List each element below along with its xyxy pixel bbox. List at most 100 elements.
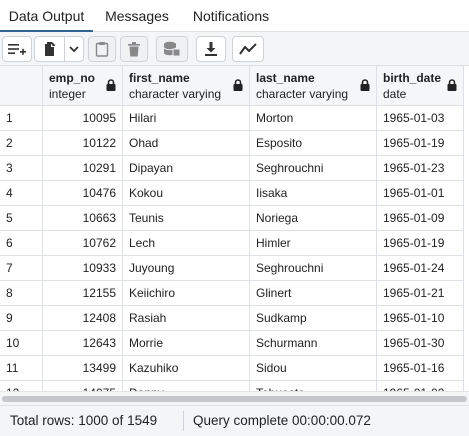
cell-first-name[interactable]: Juyoung bbox=[123, 256, 250, 281]
table-row[interactable]: 9 12408 Rasiah Sudkamp 1965-01-10 bbox=[0, 306, 469, 331]
row-number[interactable]: 1 bbox=[0, 106, 43, 131]
cell-last-name[interactable]: Sidou bbox=[250, 356, 377, 381]
cell-emp-no[interactable]: 10476 bbox=[43, 181, 123, 206]
cell-first-name[interactable]: Lech bbox=[123, 231, 250, 256]
delete-button[interactable] bbox=[120, 36, 148, 62]
table-row[interactable]: 2 10122 Ohad Esposito 1965-01-19 bbox=[0, 131, 469, 156]
cell-birth-date[interactable]: 1965-01-19 bbox=[377, 131, 464, 156]
cell-emp-no[interactable]: 10933 bbox=[43, 256, 123, 281]
scrollbar-thumb[interactable] bbox=[2, 396, 467, 402]
cell-last-name[interactable]: Sudkamp bbox=[250, 306, 377, 331]
cell-last-name[interactable]: Morton bbox=[250, 106, 377, 131]
cell-birth-date[interactable]: 1965-01-21 bbox=[377, 281, 464, 306]
cell-birth-date[interactable]: 1965-01-10 bbox=[377, 306, 464, 331]
row-number[interactable]: 12 bbox=[0, 381, 43, 391]
cell-first-name[interactable]: Hilari bbox=[123, 106, 250, 131]
cell-birth-date[interactable]: 1965-01-30 bbox=[377, 331, 464, 356]
cell-birth-date[interactable]: 1965-01-23 bbox=[377, 156, 464, 181]
paste-button[interactable] bbox=[88, 36, 116, 62]
row-number[interactable]: 5 bbox=[0, 206, 43, 231]
cell-first-name[interactable]: Dipayan bbox=[123, 156, 250, 181]
row-number[interactable]: 7 bbox=[0, 256, 43, 281]
table-row[interactable]: 5 10663 Teunis Noriega 1965-01-09 bbox=[0, 206, 469, 231]
cell-last-name[interactable]: Iisaka bbox=[250, 181, 377, 206]
cell-birth-date[interactable]: 1965-01-24 bbox=[377, 256, 464, 281]
add-row-button[interactable] bbox=[2, 36, 32, 62]
row-number[interactable]: 9 bbox=[0, 306, 43, 331]
cell-emp-no[interactable]: 10291 bbox=[43, 156, 123, 181]
row-number[interactable]: 8 bbox=[0, 281, 43, 306]
result-tabs: Data Output Messages Notifications bbox=[0, 0, 469, 32]
cell-birth-date[interactable]: 1965-01-09 bbox=[377, 206, 464, 231]
table-row[interactable]: 1 10095 Hilari Morton 1965-01-03 bbox=[0, 106, 469, 131]
table-row[interactable]: 11 13499 Kazuhiko Sidou 1965-01-16 bbox=[0, 356, 469, 381]
cell-first-name[interactable]: Danny bbox=[123, 381, 250, 391]
table-row[interactable]: 8 12155 Keiichiro Glinert 1965-01-21 bbox=[0, 281, 469, 306]
cell-last-name[interactable]: Seghrouchni bbox=[250, 156, 377, 181]
copy-options-dropdown[interactable] bbox=[65, 37, 83, 61]
cell-last-name[interactable]: Glinert bbox=[250, 281, 377, 306]
cell-emp-no[interactable]: 10122 bbox=[43, 131, 123, 156]
horizontal-scrollbar[interactable] bbox=[0, 391, 469, 405]
cell-first-name[interactable]: Rasiah bbox=[123, 306, 250, 331]
total-rows-status: Total rows: 1000 of 1549 bbox=[10, 413, 158, 428]
cell-emp-no[interactable]: 10762 bbox=[43, 231, 123, 256]
cell-first-name[interactable]: Kokou bbox=[123, 181, 250, 206]
row-number[interactable]: 11 bbox=[0, 356, 43, 381]
column-header-first-name[interactable]: first_name character varying bbox=[123, 66, 250, 106]
table-row[interactable]: 12 14075 Danny Tobueste 1965-01-02 bbox=[0, 381, 469, 391]
lock-icon bbox=[360, 79, 370, 91]
cell-emp-no[interactable]: 14075 bbox=[43, 381, 123, 391]
cell-last-name[interactable]: Esposito bbox=[250, 131, 377, 156]
tab-data-output[interactable]: Data Output bbox=[0, 0, 93, 32]
cell-birth-date[interactable]: 1965-01-02 bbox=[377, 381, 464, 391]
column-header-emp-no[interactable]: emp_no integer bbox=[43, 66, 123, 106]
row-number[interactable]: 4 bbox=[0, 181, 43, 206]
download-icon bbox=[205, 42, 217, 56]
cell-last-name[interactable]: Noriega bbox=[250, 206, 377, 231]
tab-notifications[interactable]: Notifications bbox=[181, 0, 281, 32]
column-header-last-name[interactable]: last_name character varying bbox=[250, 66, 377, 106]
data-grid: emp_no integer first_name character vary… bbox=[0, 66, 469, 391]
cell-emp-no[interactable]: 10663 bbox=[43, 206, 123, 231]
copy-icon bbox=[44, 42, 55, 56]
column-name: first_name bbox=[129, 71, 190, 85]
cell-first-name[interactable]: Ohad bbox=[123, 131, 250, 156]
table-row[interactable]: 7 10933 Juyoung Seghrouchni 1965-01-24 bbox=[0, 256, 469, 281]
cell-emp-no[interactable]: 13499 bbox=[43, 356, 123, 381]
cell-first-name[interactable]: Teunis bbox=[123, 206, 250, 231]
row-number[interactable]: 10 bbox=[0, 331, 43, 356]
row-number[interactable]: 6 bbox=[0, 231, 43, 256]
cell-birth-date[interactable]: 1965-01-01 bbox=[377, 181, 464, 206]
cell-birth-date[interactable]: 1965-01-16 bbox=[377, 356, 464, 381]
cell-first-name[interactable]: Morrie bbox=[123, 331, 250, 356]
table-row[interactable]: 10 12643 Morrie Schurmann 1965-01-30 bbox=[0, 331, 469, 356]
cell-last-name[interactable]: Seghrouchni bbox=[250, 256, 377, 281]
save-data-button[interactable] bbox=[156, 36, 188, 62]
cell-last-name[interactable]: Schurmann bbox=[250, 331, 377, 356]
copy-button[interactable] bbox=[35, 37, 65, 61]
row-number[interactable]: 2 bbox=[0, 131, 43, 156]
cell-last-name[interactable]: Tobueste bbox=[250, 381, 377, 391]
table-row[interactable]: 4 10476 Kokou Iisaka 1965-01-01 bbox=[0, 181, 469, 206]
query-status: Query complete 00:00:00.072 bbox=[193, 413, 371, 428]
cell-emp-no[interactable]: 12155 bbox=[43, 281, 123, 306]
cell-last-name[interactable]: Himler bbox=[250, 231, 377, 256]
cell-emp-no[interactable]: 12643 bbox=[43, 331, 123, 356]
column-header-birth-date[interactable]: birth_date date bbox=[377, 66, 464, 106]
cell-first-name[interactable]: Keiichiro bbox=[123, 281, 250, 306]
cell-first-name[interactable]: Kazuhiko bbox=[123, 356, 250, 381]
download-button[interactable] bbox=[196, 36, 226, 62]
cell-birth-date[interactable]: 1965-01-19 bbox=[377, 231, 464, 256]
graph-button[interactable] bbox=[232, 36, 264, 62]
column-type: character varying bbox=[129, 87, 222, 101]
cell-emp-no[interactable]: 12408 bbox=[43, 306, 123, 331]
cell-birth-date[interactable]: 1965-01-03 bbox=[377, 106, 464, 131]
cell-emp-no[interactable]: 10095 bbox=[43, 106, 123, 131]
column-name: birth_date bbox=[383, 71, 442, 85]
row-number[interactable]: 3 bbox=[0, 156, 43, 181]
tab-messages[interactable]: Messages bbox=[95, 0, 179, 32]
table-row[interactable]: 6 10762 Lech Himler 1965-01-19 bbox=[0, 231, 469, 256]
table-row[interactable]: 3 10291 Dipayan Seghrouchni 1965-01-23 bbox=[0, 156, 469, 181]
status-divider bbox=[183, 411, 184, 431]
